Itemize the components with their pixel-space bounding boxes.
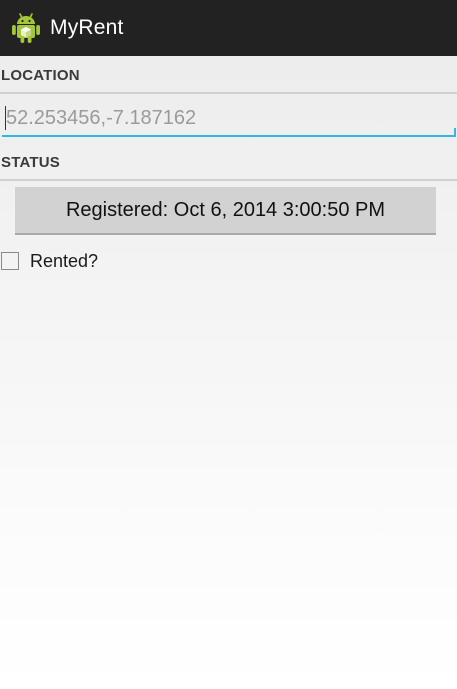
- rented-checkbox-label[interactable]: Rented?: [30, 251, 98, 272]
- location-section-label: LOCATION: [1, 67, 80, 84]
- action-bar: MyRent: [0, 0, 457, 56]
- location-input-underline: [2, 135, 455, 137]
- location-input-underline-tick: [454, 128, 456, 137]
- rented-checkbox[interactable]: [1, 252, 19, 270]
- text-cursor: [5, 106, 6, 130]
- android-robot-icon: [8, 10, 44, 46]
- status-section-divider: [0, 179, 457, 181]
- status-section-label: STATUS: [1, 154, 60, 171]
- registered-date-button[interactable]: Registered: Oct 6, 2014 3:00:50 PM: [15, 187, 436, 235]
- app-title: MyRent: [50, 16, 124, 39]
- location-section-divider: [0, 92, 457, 94]
- location-input[interactable]: [0, 100, 452, 136]
- rented-checkbox-row[interactable]: Rented?: [0, 248, 98, 274]
